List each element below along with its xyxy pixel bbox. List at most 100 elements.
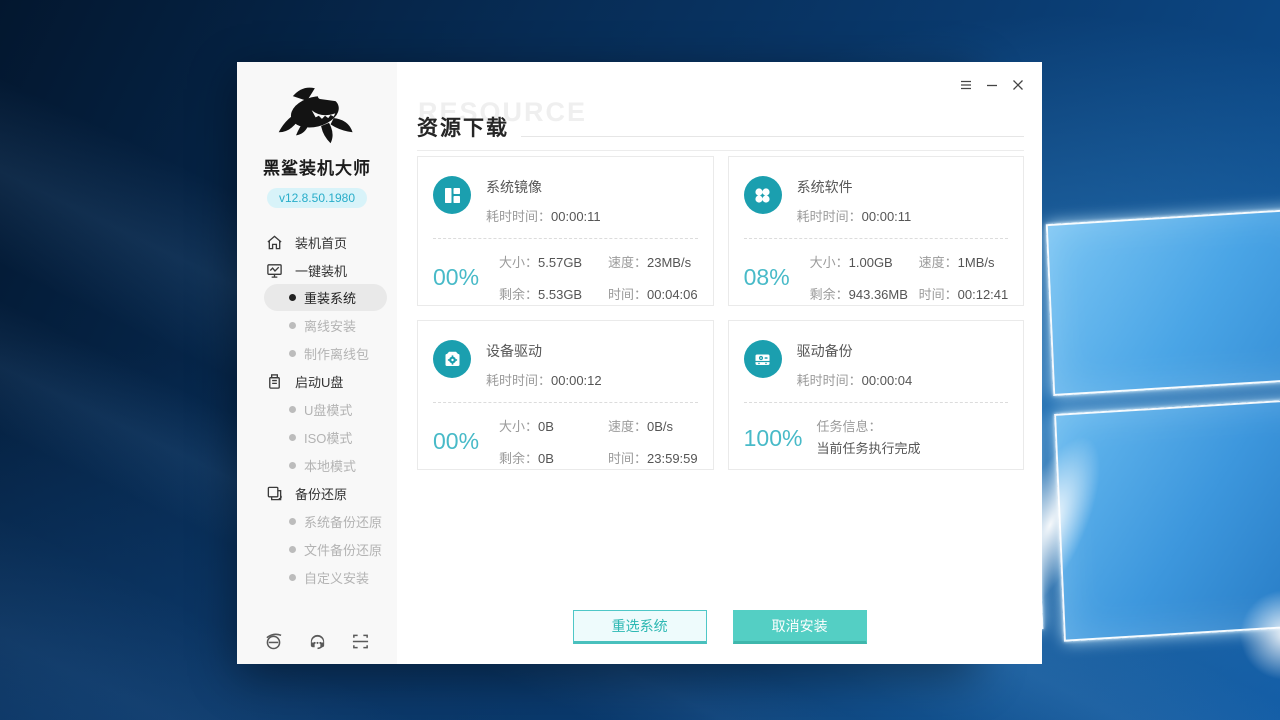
bullet-icon (289, 574, 296, 581)
elapsed-value: 00:00:11 (862, 209, 912, 224)
close-icon[interactable] (1009, 76, 1026, 93)
bullet-icon (289, 546, 296, 553)
shark-logo-icon (274, 82, 360, 148)
sidebar-item-backup-restore[interactable]: 备份还原 (237, 479, 397, 507)
windows-logo-pane (1054, 398, 1280, 642)
monitor-icon (266, 262, 283, 279)
bullet-icon (289, 350, 296, 357)
elapsed-label: 耗时时间： (797, 209, 862, 224)
progress-percent: 00% (433, 428, 485, 455)
sidebar-item-label: 备份还原 (295, 484, 347, 503)
sidebar-menu: 装机首页 一键装机 重装系统 离线安装 制作离线包 (237, 228, 397, 591)
page-title: 资源下载 (417, 112, 509, 142)
elapsed-label: 耗时时间： (486, 373, 551, 388)
stat-value: 0B (538, 419, 554, 434)
stat-label: 速度： (608, 255, 647, 270)
sidebar-item-custom-install[interactable]: 自定义安装 (237, 563, 397, 591)
stat-value: 1MB/s (958, 255, 995, 270)
sidebar-item-boot-usb[interactable]: 启动U盘 (237, 367, 397, 395)
sidebar-item-one-key-install[interactable]: 一键装机 (237, 256, 397, 284)
card-title: 系统软件 (797, 177, 912, 197)
stat-value: 00:04:06 (647, 287, 698, 302)
sidebar-item-label: 制作离线包 (304, 344, 369, 363)
sidebar-item-file-backup-restore[interactable]: 文件备份还原 (237, 535, 397, 563)
title-divider (417, 150, 1024, 151)
progress-percent: 100% (744, 425, 803, 452)
version-badge: v12.8.50.1980 (267, 188, 367, 208)
bullet-icon (289, 434, 296, 441)
device-driver-icon (433, 340, 471, 378)
usb-drive-icon (266, 373, 283, 390)
stat-value: 943.36MB (849, 287, 908, 302)
sidebar-item-label: 一键装机 (295, 261, 347, 280)
sidebar: 黑鲨装机大师 v12.8.50.1980 装机首页 一键装机 重装系统 离线安 (237, 62, 397, 664)
elapsed-value: 00:00:04 (862, 373, 913, 388)
window-controls (957, 76, 1026, 93)
stat-label: 剩余： (499, 287, 538, 302)
card-system-software: 系统软件 耗时时间：00:00:11 08% 大小：1.00GB 速度：1MB/… (728, 156, 1025, 306)
sidebar-item-reinstall-system[interactable]: 重装系统 (264, 284, 387, 311)
sidebar-item-label: 装机首页 (295, 233, 347, 252)
sidebar-item-label: 自定义安装 (304, 568, 369, 587)
sidebar-item-iso-mode[interactable]: ISO模式 (237, 423, 397, 451)
bullet-icon (289, 462, 296, 469)
stat-value: 5.53GB (538, 287, 582, 302)
card-device-driver: 设备驱动 耗时时间：00:00:12 00% 大小：0B 速度：0B/s 剩余：… (417, 320, 714, 470)
sidebar-item-label: ISO模式 (304, 428, 352, 447)
main-panel: RESOURCE 资源下载 (397, 62, 1042, 664)
elapsed-label: 耗时时间： (486, 209, 551, 224)
task-info-value: 当前任务执行完成 (816, 438, 920, 460)
stat-value: 23MB/s (647, 255, 691, 270)
bullet-icon (289, 322, 296, 329)
bullet-icon (289, 406, 296, 413)
stat-value: 23:59:59 (647, 451, 698, 466)
system-image-icon (433, 176, 471, 214)
sidebar-item-install-home[interactable]: 装机首页 (237, 228, 397, 256)
home-icon (266, 234, 283, 251)
system-software-icon (744, 176, 782, 214)
stat-label: 时间： (608, 287, 647, 302)
stat-label: 大小： (499, 255, 538, 270)
card-system-image: 系统镜像 耗时时间：00:00:11 00% 大小：5.57GB 速度：23MB… (417, 156, 714, 306)
stat-label: 剩余： (499, 451, 538, 466)
bullet-icon (289, 294, 296, 301)
cancel-install-button[interactable]: 取消安装 (733, 610, 867, 644)
stat-value: 0B/s (647, 419, 673, 434)
sidebar-item-local-mode[interactable]: 本地模式 (237, 451, 397, 479)
stat-value: 5.57GB (538, 255, 582, 270)
progress-percent: 08% (744, 264, 796, 291)
scan-icon[interactable] (351, 632, 370, 651)
elapsed-value: 00:00:12 (551, 373, 602, 388)
stat-value: 1.00GB (849, 255, 893, 270)
stat-label: 时间： (608, 451, 647, 466)
progress-percent: 00% (433, 264, 485, 291)
card-title: 系统镜像 (486, 177, 601, 197)
elapsed-label: 耗时时间： (797, 373, 862, 388)
sidebar-item-system-backup-restore[interactable]: 系统备份还原 (237, 507, 397, 535)
footer-buttons: 重选系统 取消安装 (397, 610, 1042, 644)
reselect-system-button[interactable]: 重选系统 (573, 610, 707, 644)
sidebar-item-label: 重装系统 (304, 288, 356, 307)
minimize-icon[interactable] (983, 76, 1000, 93)
sidebar-item-label: 启动U盘 (295, 372, 343, 391)
desktop-wallpaper: 黑鲨装机大师 v12.8.50.1980 装机首页 一键装机 重装系统 离线安 (0, 0, 1280, 720)
ie-browser-icon[interactable] (264, 632, 283, 651)
backup-restore-icon (266, 485, 283, 502)
sidebar-item-offline-install[interactable]: 离线安装 (237, 311, 397, 339)
download-cards: 系统镜像 耗时时间：00:00:11 00% 大小：5.57GB 速度：23MB… (417, 156, 1024, 470)
customer-service-icon[interactable] (308, 632, 327, 651)
sidebar-item-label: 文件备份还原 (304, 540, 382, 559)
stat-value: 00:12:41 (958, 287, 1009, 302)
sidebar-item-label: U盘模式 (304, 400, 352, 419)
menu-icon[interactable] (957, 76, 974, 93)
app-title: 黑鲨装机大师 (263, 154, 371, 179)
stat-value: 0B (538, 451, 554, 466)
windows-logo-pane (1046, 208, 1280, 396)
bullet-icon (289, 518, 296, 525)
sidebar-item-usb-mode[interactable]: U盘模式 (237, 395, 397, 423)
card-driver-backup: 驱动备份 耗时时间：00:00:04 100% 任务信息： 当前任务执行完成 (728, 320, 1025, 470)
stat-label: 剩余： (810, 287, 849, 302)
sidebar-item-make-offline-pack[interactable]: 制作离线包 (237, 339, 397, 367)
elapsed-value: 00:00:11 (551, 209, 601, 224)
sidebar-item-label: 本地模式 (304, 456, 356, 475)
